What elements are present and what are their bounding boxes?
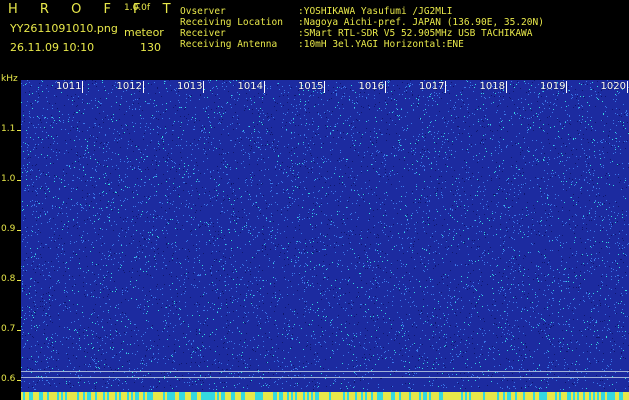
info-value: :10mH 3el.YAGI Horizontal:ENE xyxy=(298,39,464,50)
version-label: 1.0.0f xyxy=(124,3,151,13)
y-tick-label: 0.9 xyxy=(1,224,16,234)
info-key: Ovserver xyxy=(180,6,226,17)
x-tick-label: 1020 xyxy=(600,81,629,93)
y-tick-label: 0.8 xyxy=(1,274,16,284)
app-title: H R O F F T xyxy=(8,2,180,17)
filename-label: YY2611091010.png xyxy=(10,22,118,35)
x-tick-label: 1011 xyxy=(56,81,84,93)
reference-line xyxy=(21,377,629,378)
info-row-antenna: Receiving Antenna :10mH 3el.YAGI Horizont… xyxy=(180,39,544,50)
y-tick-label: 1.1 xyxy=(1,124,16,134)
y-tick-mark xyxy=(17,380,21,381)
x-tick-label: 1012 xyxy=(116,81,145,93)
spectrogram-image xyxy=(21,80,629,400)
timestamp-label: 26.11.09 10:10 xyxy=(10,41,95,54)
y-tick-mark xyxy=(17,330,21,331)
info-value: :Nagoya Aichi-pref. JAPAN (136.90E, 35.2… xyxy=(298,17,544,28)
frequency-axis: 1.1 1.0 0.9 0.8 0.7 0.6 xyxy=(0,84,21,400)
x-tick-label: 1017 xyxy=(419,81,447,93)
spectrogram-background xyxy=(21,80,629,400)
x-tick-label: 1019 xyxy=(540,81,568,93)
info-key: Receiving Antenna xyxy=(180,39,278,50)
y-tick-label: 0.7 xyxy=(1,324,16,334)
count-label: 130 xyxy=(140,41,161,54)
x-tick-label: 1014 xyxy=(237,81,266,93)
y-tick-mark xyxy=(17,180,21,181)
info-row-location: Receiving Location :Nagoya Aichi-pref. JA… xyxy=(180,17,544,28)
x-tick-label: 1015 xyxy=(298,81,326,93)
x-tick-label: 1016 xyxy=(358,81,387,93)
freq-unit-label: kHz xyxy=(1,74,18,84)
y-tick-mark xyxy=(17,280,21,281)
info-value: :YOSHIKAWA Yasufumi /JG2MLI xyxy=(298,6,453,17)
y-tick-mark xyxy=(17,130,21,131)
info-key: Receiver xyxy=(180,28,226,39)
info-row-observer: Ovserver :YOSHIKAWA Yasufumi /JG2MLI xyxy=(180,6,544,17)
bottom-band xyxy=(21,392,629,400)
y-tick-label: 1.0 xyxy=(1,174,16,184)
header: H R O F F T 1.0.0f YY2611091010.png mete… xyxy=(0,0,629,72)
info-row-receiver: Receiver :SMart RTL-SDR V5 52.905MHz USB … xyxy=(180,28,544,39)
y-tick-label: 0.6 xyxy=(1,374,16,384)
info-value: :SMart RTL-SDR V5 52.905MHz USB TACHIKAW… xyxy=(298,28,533,39)
x-tick-label: 1013 xyxy=(177,81,205,93)
station-info: Ovserver :YOSHIKAWA Yasufumi /JG2MLI Rece… xyxy=(180,6,544,50)
info-key: Receiving Location xyxy=(180,17,283,28)
reference-line xyxy=(21,371,629,372)
y-tick-mark xyxy=(17,230,21,231)
spectrogram-plot xyxy=(21,80,629,400)
x-tick-label: 1018 xyxy=(479,81,508,93)
mode-label: meteor xyxy=(124,26,164,39)
